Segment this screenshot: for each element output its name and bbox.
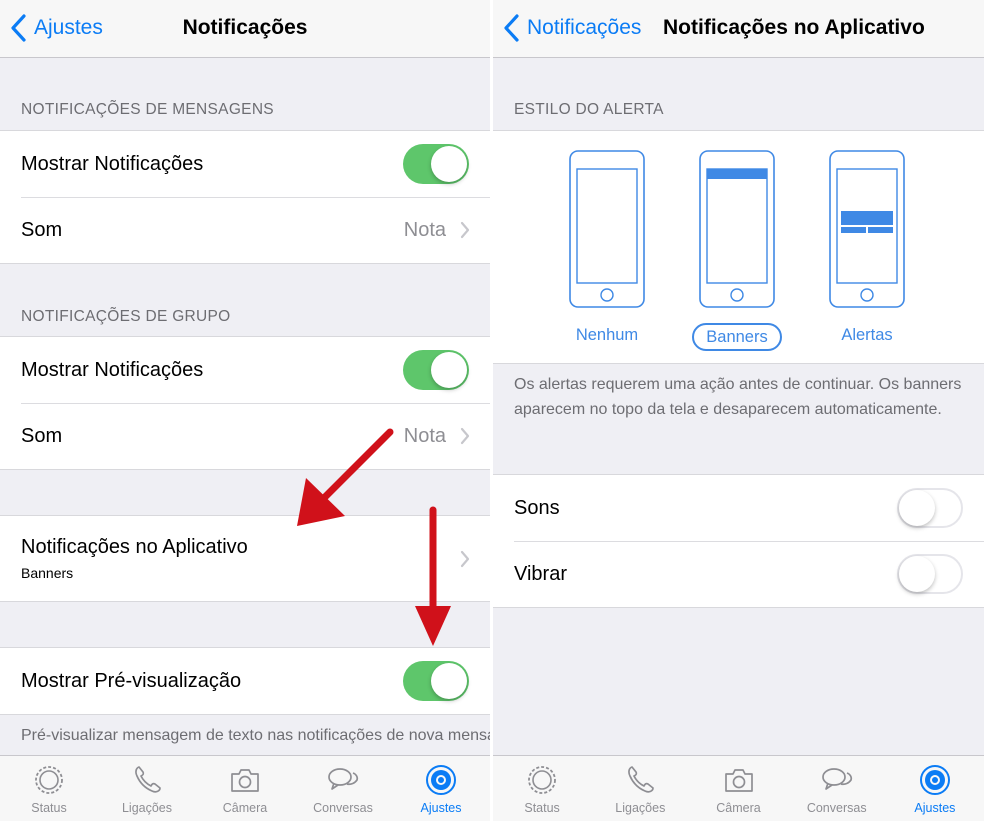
alert-style-banners[interactable]: Banners	[687, 149, 787, 351]
tab-label: Conversas	[806, 801, 867, 815]
tab-label: Ajustes	[420, 801, 462, 815]
phone-banner-icon	[699, 150, 775, 308]
vibrate-row: Vibrar	[493, 541, 984, 607]
row-label: Notificações no Aplicativo	[21, 536, 248, 558]
in-app-notifications-screen: Notificações Notificações no Aplicativo …	[493, 0, 984, 821]
show-notifications-row: Mostrar Notificações	[0, 337, 490, 403]
row-label: Som	[21, 424, 63, 447]
phone-icon	[135, 766, 161, 793]
messages-group: Mostrar Notificações Som Nota	[0, 130, 490, 264]
section-header-messages: NOTIFICAÇÕES DE MENSAGENS	[21, 101, 274, 118]
vibrate-toggle[interactable]	[897, 554, 963, 594]
group-notifications-group: Mostrar Notificações Som Nota	[0, 336, 490, 470]
tab-label: Câmera	[222, 801, 268, 815]
status-icon	[35, 766, 63, 794]
tab-label: Ligações	[121, 801, 173, 815]
toggle-knob	[431, 663, 467, 699]
section-header-group: NOTIFICAÇÕES DE GRUPO	[21, 308, 231, 325]
toggle-knob	[899, 556, 935, 592]
sound-value: Nota	[403, 424, 446, 447]
camera-icon	[231, 769, 259, 792]
section-header-alert-style: ESTILO DO ALERTA	[514, 101, 664, 118]
phone-icon	[628, 766, 655, 793]
row-label: Sons	[514, 496, 560, 519]
preview-footer-text: Pré-visualizar mensagem de texto nas not…	[21, 727, 490, 744]
in-app-notifications-row[interactable]: Notificações no Aplicativo Banners	[0, 516, 490, 601]
tab-label: Status	[31, 801, 67, 815]
chevron-right-icon	[460, 550, 470, 568]
show-preview-toggle[interactable]	[403, 661, 469, 701]
notifications-screen: Ajustes Notificações NOTIFICAÇÕES DE MEN…	[0, 0, 490, 821]
camera-icon	[724, 769, 753, 792]
settings-gear-icon	[919, 765, 950, 795]
chevron-right-icon	[460, 221, 470, 239]
row-sublabel: Banners	[21, 565, 74, 581]
tab-label: Ligações	[615, 801, 666, 815]
tab-label: Conversas	[313, 801, 373, 815]
row-label: Mostrar Notificações	[21, 358, 204, 381]
tab-calls[interactable]: Ligações	[98, 756, 196, 821]
tab-camera[interactable]: Câmera	[689, 756, 787, 821]
sounds-toggle[interactable]	[897, 488, 963, 528]
sound-value: Nota	[403, 218, 446, 241]
sound-row[interactable]: Som Nota	[0, 197, 490, 263]
show-notifications-row: Mostrar Notificações	[0, 131, 490, 197]
tab-chats[interactable]: Conversas	[788, 756, 886, 821]
row-label: Mostrar Pré-visualização	[21, 669, 242, 692]
status-icon	[528, 766, 556, 794]
sound-vibrate-group: Sons Vibrar	[493, 474, 984, 608]
back-button[interactable]: Notificações	[503, 14, 641, 42]
tab-label: Status	[524, 801, 560, 815]
in-app-group: Notificações no Aplicativo Banners	[0, 515, 490, 602]
chevron-left-icon	[504, 14, 519, 42]
tab-label: Ajustes	[914, 801, 956, 815]
tab-calls[interactable]: Ligações	[591, 756, 689, 821]
back-label: Notificações	[527, 16, 642, 39]
phone-none-icon	[569, 150, 645, 308]
tab-status[interactable]: Status	[493, 756, 591, 821]
group-show-notifications-toggle[interactable]	[403, 350, 469, 390]
toggle-knob	[431, 146, 467, 182]
row-label: Vibrar	[514, 562, 567, 585]
group-sound-row[interactable]: Som Nota	[0, 403, 490, 469]
alert-style-footer-text: Os alertas requerem uma ação antes de co…	[514, 376, 962, 418]
settings-gear-icon	[426, 765, 456, 795]
show-notifications-toggle[interactable]	[403, 144, 469, 184]
alert-style-picker: Nenhum Banners Alertas	[493, 130, 984, 364]
row-label: Som	[21, 218, 63, 241]
style-label: Nenhum	[575, 326, 639, 344]
toggle-knob	[431, 352, 467, 388]
tab-chats[interactable]: Conversas	[294, 756, 392, 821]
nav-bar: Ajustes Notificações	[0, 0, 490, 58]
row-label: Mostrar Notificações	[21, 152, 204, 175]
chat-icon	[328, 768, 359, 790]
nav-bar: Notificações Notificações no Aplicativo	[493, 0, 984, 58]
tab-settings[interactable]: Ajustes	[886, 756, 984, 821]
style-label: Banners	[692, 323, 782, 351]
show-preview-row: Mostrar Pré-visualização	[0, 648, 490, 714]
style-label: Alertas	[841, 326, 893, 344]
tab-bar: Status Ligações Câmera Conversas Ajustes	[0, 755, 490, 821]
alert-style-none[interactable]: Nenhum	[557, 149, 657, 351]
tab-label: Câmera	[716, 801, 761, 815]
tab-bar: Status Ligações Câmera Conversas Ajustes	[493, 755, 984, 821]
tab-settings[interactable]: Ajustes	[392, 756, 490, 821]
chat-icon	[821, 768, 852, 790]
tab-status[interactable]: Status	[0, 756, 98, 821]
preview-group: Mostrar Pré-visualização	[0, 647, 490, 715]
page-title: Notificações	[182, 16, 308, 39]
toggle-knob	[899, 490, 935, 526]
tab-camera[interactable]: Câmera	[196, 756, 294, 821]
phone-alert-icon	[829, 150, 905, 308]
sounds-row: Sons	[493, 475, 984, 541]
chevron-right-icon	[460, 427, 470, 445]
page-title: Notificações no Aplicativo	[663, 16, 925, 39]
alert-style-alerts[interactable]: Alertas	[817, 149, 917, 351]
